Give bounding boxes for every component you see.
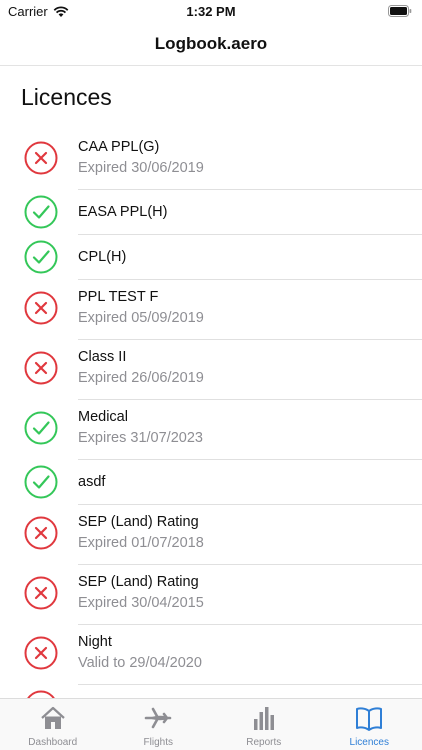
licence-row[interactable]: TMG Rating <box>0 685 422 698</box>
licence-row[interactable]: PPL TEST F Expired 05/09/2019 <box>0 280 422 340</box>
book-icon <box>354 703 384 733</box>
x-circle-icon <box>24 516 58 550</box>
licence-row[interactable]: Medical Expires 31/07/2023 <box>0 400 422 460</box>
check-circle-icon <box>24 411 58 445</box>
tab-label: Licences <box>349 737 389 748</box>
house-icon <box>38 703 68 733</box>
licence-row[interactable]: SEP (Land) Rating Expired 01/07/2018 <box>0 505 422 565</box>
licence-name: PPL TEST F <box>78 289 159 305</box>
licence-name: SEP (Land) Rating <box>78 574 199 590</box>
licences-content[interactable]: Licences CAA PPL(G) Expired 30/06/2019 EAS… <box>0 66 422 698</box>
check-circle-icon <box>24 195 58 229</box>
licence-detail: Expires 31/07/2023 <box>78 430 203 446</box>
status-bar: Carrier 1:32 PM <box>0 0 422 24</box>
check-circle-icon <box>24 465 58 499</box>
airplane-icon <box>143 703 173 733</box>
x-circle-icon <box>27 690 55 698</box>
tab-reports[interactable]: Reports <box>211 699 317 750</box>
licence-detail: Expired 26/06/2019 <box>78 370 204 386</box>
nav-title: Logbook.aero <box>154 34 268 53</box>
x-circle-icon <box>24 351 58 385</box>
licence-name: asdf <box>78 474 106 490</box>
licence-row[interactable]: Class II Expired 26/06/2019 <box>0 340 422 400</box>
page-title: Licences <box>21 84 112 110</box>
licence-row[interactable]: EASA PPL(H) <box>0 190 422 235</box>
tab-label: Reports <box>246 737 282 748</box>
licence-name: EASA PPL(H) <box>78 204 168 220</box>
tab-label: Dashboard <box>28 737 78 748</box>
licence-name: CAA PPL(G) <box>78 139 160 155</box>
licence-name: Medical <box>78 409 128 425</box>
tab-label: Flights <box>143 737 173 748</box>
licence-name: Class II <box>78 349 127 365</box>
tab-dashboard[interactable]: Dashboard <box>0 699 106 750</box>
tab-licences[interactable]: Licences <box>317 699 422 750</box>
licence-detail: Expired 05/09/2019 <box>78 310 204 326</box>
licence-name: Night <box>78 634 112 650</box>
x-circle-icon <box>24 636 58 670</box>
licence-name: SEP (Land) Rating <box>78 514 199 530</box>
licence-row[interactable]: CAA PPL(G) Expired 30/06/2019 <box>0 130 422 190</box>
licence-detail: Valid to 29/04/2020 <box>78 655 202 671</box>
navigation-bar: Logbook.aero <box>0 24 422 66</box>
status-time: 1:32 PM <box>186 4 236 19</box>
tab-bar: Dashboard Flights Reports Licences <box>0 698 422 750</box>
status-right <box>388 5 412 20</box>
check-circle-icon <box>24 240 58 274</box>
tab-flights[interactable]: Flights <box>106 699 212 750</box>
licence-row[interactable]: CPL(H) <box>0 235 422 280</box>
battery-icon <box>388 5 412 17</box>
licence-row[interactable]: asdf <box>0 460 422 505</box>
licence-row[interactable]: SEP (Land) Rating Expired 30/04/2015 <box>0 565 422 625</box>
x-circle-icon <box>24 291 58 325</box>
x-circle-icon <box>24 576 58 610</box>
licence-list: CAA PPL(G) Expired 30/06/2019 EASA PPL(H) C… <box>0 130 422 698</box>
licence-detail: Expired 01/07/2018 <box>78 535 204 551</box>
licence-detail: Expired 30/06/2019 <box>78 160 204 176</box>
bar-chart-icon <box>249 703 279 733</box>
x-circle-icon <box>24 141 58 175</box>
licence-detail: Expired 30/04/2015 <box>78 595 204 611</box>
licence-name: CPL(H) <box>78 249 127 265</box>
licence-row[interactable]: Night Valid to 29/04/2020 <box>0 625 422 685</box>
